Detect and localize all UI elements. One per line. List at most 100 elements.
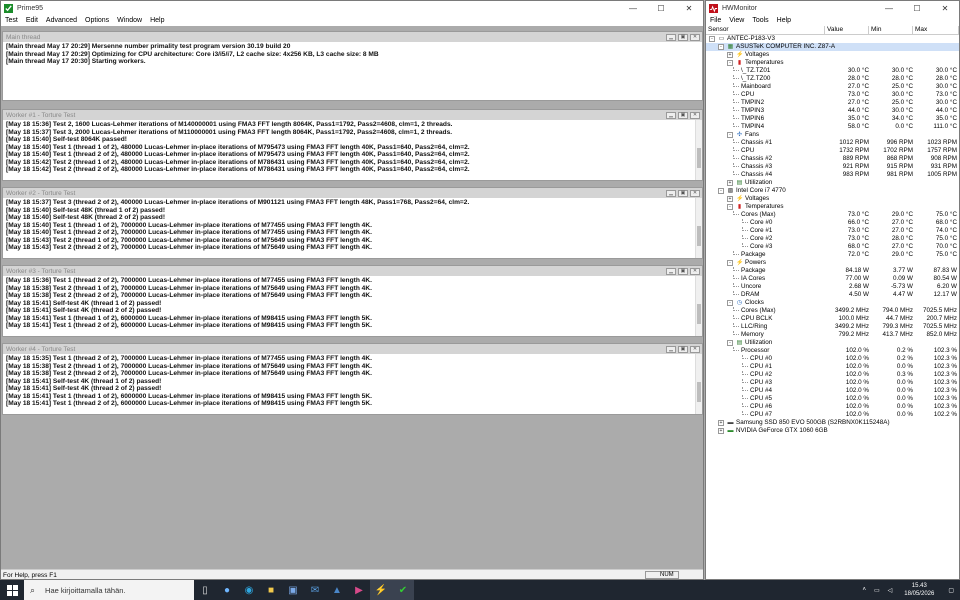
close-icon[interactable]: ✕	[690, 189, 700, 197]
expand-icon[interactable]: +	[718, 428, 724, 434]
sensor-row[interactable]: Uncore 2.68 W -5.73 W 6.20 W	[706, 283, 959, 291]
menu-file[interactable]: File	[706, 17, 725, 24]
tree-node[interactable]: - ▮ Temperatures	[706, 203, 959, 211]
mail-icon[interactable]: ✉	[304, 580, 326, 600]
column-value[interactable]: Value	[825, 26, 869, 34]
sensor-row[interactable]: IA Cores 77.00 W 0.09 W 80.54 W	[706, 275, 959, 283]
sensor-row[interactable]: CPU #3 102.0 % 0.0 % 102.3 %	[706, 379, 959, 387]
collapse-icon[interactable]: -	[727, 132, 733, 138]
sensor-row[interactable]: \_TZ.TZ01 30.0 °C 30.0 °C 30.0 °C	[706, 67, 959, 75]
close-icon[interactable]: ✕	[690, 267, 700, 275]
sensor-row[interactable]: Processor 102.0 % 0.2 % 102.3 %	[706, 347, 959, 355]
prime95-taskbar-icon[interactable]: ✔	[392, 580, 414, 600]
collapse-icon[interactable]: -	[727, 300, 733, 306]
store-icon[interactable]: ▣	[282, 580, 304, 600]
tree-node[interactable]: + ⚡ Voltages	[706, 195, 959, 203]
sensor-row[interactable]: DRAM 4.50 W 4.47 W 12.17 W	[706, 291, 959, 299]
worker-window-titlebar[interactable]: Worker #3 - Torture Test ▁ ▣ ✕	[3, 266, 702, 276]
volume-icon[interactable]: ◁	[884, 587, 897, 594]
tree-node[interactable]: - ▮ Temperatures	[706, 59, 959, 67]
sensor-row[interactable]: Cores (Max) 73.0 °C 29.0 °C 75.0 °C	[706, 211, 959, 219]
edge-browser-icon[interactable]: ◉	[238, 580, 260, 600]
restore-icon[interactable]: ▣	[678, 111, 688, 119]
widgets-icon[interactable]: ●	[216, 580, 238, 600]
sensor-row[interactable]: CPU #0 102.0 % 0.2 % 102.3 %	[706, 355, 959, 363]
collapse-icon[interactable]: -	[727, 260, 733, 266]
network-icon[interactable]: ▭	[870, 587, 884, 594]
prime95-titlebar[interactable]: Prime95 — ☐ ✕	[1, 1, 703, 15]
tree-node[interactable]: + ⚡ Voltages	[706, 51, 959, 59]
scrollbar-thumb[interactable]	[697, 226, 701, 246]
sensor-row[interactable]: Chassis #3 921 RPM 915 RPM 931 RPM	[706, 163, 959, 171]
menu-help[interactable]: Help	[773, 17, 795, 24]
sensor-row[interactable]: TMPIN4 58.0 °C 0.0 °C 111.0 °C	[706, 123, 959, 131]
sensor-row[interactable]: CPU #2 102.0 % 0.3 % 102.3 %	[706, 371, 959, 379]
minimize-icon[interactable]: ▁	[666, 33, 676, 41]
minimize-icon[interactable]: ▁	[666, 111, 676, 119]
close-icon[interactable]: ✕	[690, 345, 700, 353]
tree-node[interactable]: - ▭ ANTEC-P183-V3	[706, 35, 959, 43]
notifications-icon[interactable]: ▢	[942, 587, 960, 594]
hwmonitor-titlebar[interactable]: HWMonitor — ☐ ✕	[706, 1, 959, 15]
menu-view[interactable]: View	[725, 17, 748, 24]
tree-node[interactable]: + ▬ NVIDIA GeForce GTX 1060 6GB	[706, 427, 959, 435]
restore-icon[interactable]: ▣	[678, 345, 688, 353]
sensor-row[interactable]: Mainboard 27.0 °C 25.0 °C 30.0 °C	[706, 83, 959, 91]
collapse-icon[interactable]: -	[709, 36, 715, 42]
close-icon[interactable]: ✕	[690, 33, 700, 41]
sensor-row[interactable]: Memory 799.2 MHz 413.7 MHz 852.0 MHz	[706, 331, 959, 339]
menu-help[interactable]: Help	[146, 17, 168, 24]
vertical-scrollbar[interactable]	[695, 120, 702, 180]
tree-node[interactable]: - ◷ Clocks	[706, 299, 959, 307]
minimize-icon[interactable]: —	[619, 4, 647, 13]
column-max[interactable]: Max	[913, 26, 959, 34]
tree-node[interactable]: + ▤ Utilization	[706, 179, 959, 187]
tree-node[interactable]: + ▬ Samsung SSD 850 EVO 500GB (S2RBNX0K115…	[706, 419, 959, 427]
sensor-row[interactable]: Core #0 66.0 °C 27.0 °C 68.0 °C	[706, 219, 959, 227]
tree-node[interactable]: - ⚡ Powers	[706, 259, 959, 267]
hwmonitor-taskbar-icon[interactable]: ⚡	[370, 580, 392, 600]
collapse-icon[interactable]: -	[718, 188, 724, 194]
sensor-row[interactable]: \_TZ.TZ00 28.0 °C 28.0 °C 28.0 °C	[706, 75, 959, 83]
tree-node[interactable]: - ▩ Intel Core i7 4770	[706, 187, 959, 195]
app-icon[interactable]: ▲	[326, 580, 348, 600]
sensor-row[interactable]: TMPIN2 27.0 °C 25.0 °C 30.0 °C	[706, 99, 959, 107]
menu-options[interactable]: Options	[81, 17, 113, 24]
minimize-icon[interactable]: ▁	[666, 345, 676, 353]
collapse-icon[interactable]: -	[727, 204, 733, 210]
scrollbar-thumb[interactable]	[697, 148, 701, 168]
collapse-icon[interactable]: -	[718, 44, 724, 50]
menu-tools[interactable]: Tools	[748, 17, 772, 24]
restore-icon[interactable]: ▣	[678, 189, 688, 197]
sensor-row[interactable]: CPU BCLK 100.0 MHz 44.7 MHz 200.7 MHz	[706, 315, 959, 323]
menu-test[interactable]: Test	[1, 17, 22, 24]
tree-node[interactable]: - ▦ ASUSTeK COMPUTER INC. Z87-A	[706, 43, 959, 51]
sensor-tree[interactable]: - ▭ ANTEC-P183-V3- ▦ ASUSTeK COMPUTER INC. Z…	[706, 35, 959, 435]
expand-icon[interactable]: +	[718, 420, 724, 426]
sensor-row[interactable]: CPU #6 102.0 % 0.0 % 102.3 %	[706, 403, 959, 411]
sensor-row[interactable]: CPU #5 102.0 % 0.0 % 102.3 %	[706, 395, 959, 403]
collapse-icon[interactable]: -	[727, 340, 733, 346]
column-sensor[interactable]: Sensor	[706, 26, 825, 34]
close-icon[interactable]: ✕	[675, 4, 703, 13]
restore-icon[interactable]: ▣	[678, 33, 688, 41]
sensor-row[interactable]: Chassis #2 889 RPM 868 RPM 908 RPM	[706, 155, 959, 163]
sensor-row[interactable]: TMPIN3 44.0 °C 30.0 °C 44.0 °C	[706, 107, 959, 115]
sensor-row[interactable]: Core #1 73.0 °C 27.0 °C 74.0 °C	[706, 227, 959, 235]
menu-advanced[interactable]: Advanced	[42, 17, 81, 24]
show-hidden-icons-icon[interactable]: ˄	[858, 587, 870, 593]
worker-window-titlebar[interactable]: Main thread ▁ ▣ ✕	[3, 32, 702, 42]
minimize-icon[interactable]: —	[875, 4, 903, 13]
maximize-icon[interactable]: ☐	[903, 4, 931, 13]
expand-icon[interactable]: +	[727, 180, 733, 186]
restore-icon[interactable]: ▣	[678, 267, 688, 275]
close-icon[interactable]: ✕	[931, 4, 959, 13]
media-icon[interactable]: ▶	[348, 580, 370, 600]
expand-icon[interactable]: +	[727, 52, 733, 58]
file-explorer-icon[interactable]: ■	[260, 580, 282, 600]
menu-window[interactable]: Window	[113, 17, 146, 24]
taskbar-search-box[interactable]: ⌕ Hae kirjoittamalla tähän.	[24, 580, 194, 600]
menu-edit[interactable]: Edit	[22, 17, 42, 24]
expand-icon[interactable]: +	[727, 196, 733, 202]
scrollbar-thumb[interactable]	[697, 304, 701, 324]
